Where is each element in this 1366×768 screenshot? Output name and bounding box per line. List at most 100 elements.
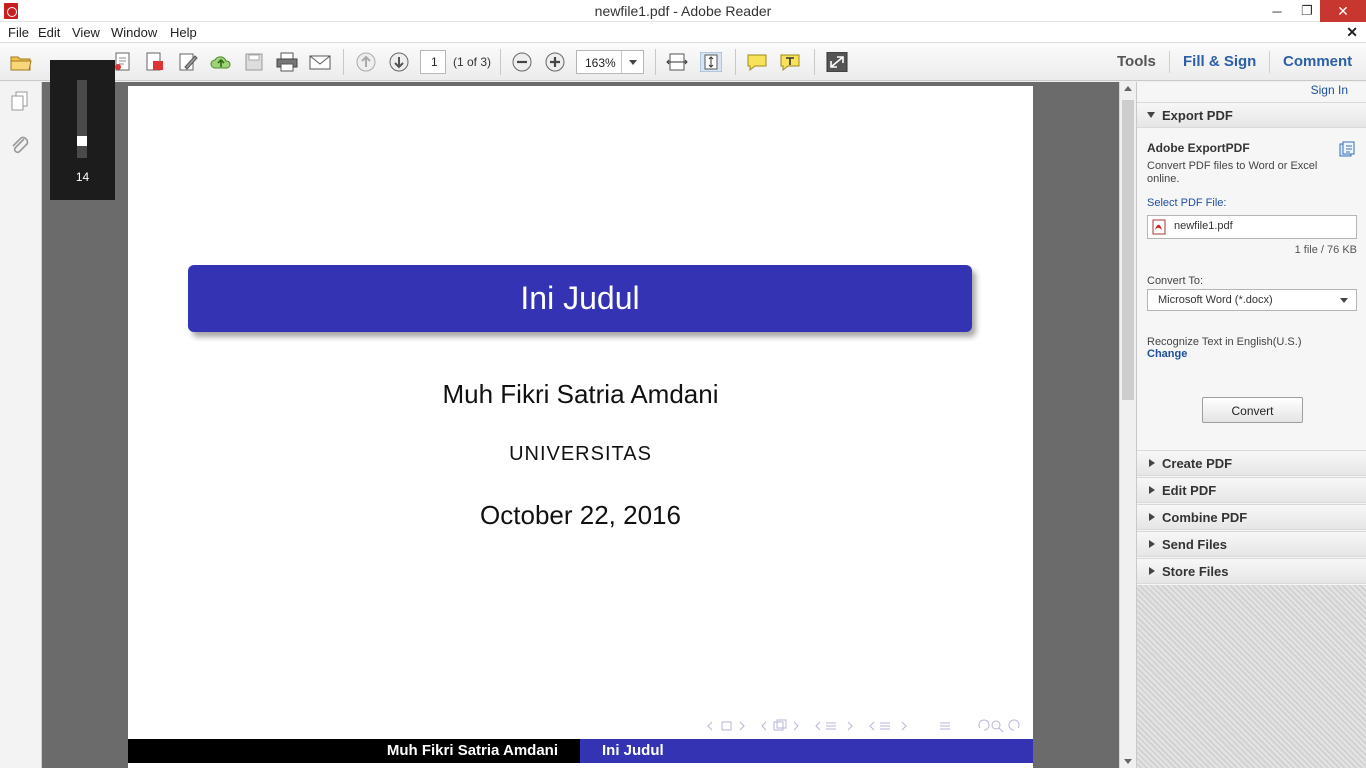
cloud-upload-icon[interactable] bbox=[210, 52, 232, 72]
next-page-icon[interactable] bbox=[388, 52, 410, 72]
file-size-info: 1 file / 76 KB bbox=[1294, 244, 1357, 256]
store-files-label: Store Files bbox=[1162, 564, 1229, 579]
slide-institute: UNIVERSITAS bbox=[509, 443, 652, 465]
fit-page-icon[interactable] bbox=[700, 52, 722, 72]
store-files-header[interactable]: Store Files bbox=[1137, 558, 1366, 584]
task-pane: Sign In Export PDF Adobe ExportPDF Conve… bbox=[1136, 82, 1366, 768]
highlight-text-icon[interactable] bbox=[779, 52, 801, 72]
zoom-slider-thumb[interactable] bbox=[77, 136, 87, 146]
expand-icon bbox=[1149, 513, 1155, 521]
zoom-select[interactable]: 163% bbox=[576, 50, 644, 74]
scroll-down-icon[interactable] bbox=[1124, 759, 1132, 764]
create-pdf-label: Create PDF bbox=[1162, 456, 1233, 471]
slide-date: October 22, 2016 bbox=[480, 500, 681, 530]
toolbar-separator bbox=[1169, 51, 1170, 73]
pdf-page: Ini Judul Muh Fikri Satria Amdani UNIVER… bbox=[128, 86, 1033, 768]
sign-in-link[interactable]: Sign In bbox=[1311, 83, 1348, 97]
document-view[interactable]: Ini Judul Muh Fikri Satria Amdani UNIVER… bbox=[42, 82, 1119, 768]
change-language-link[interactable]: Change bbox=[1147, 348, 1187, 360]
save-icon[interactable] bbox=[243, 52, 265, 72]
expand-icon bbox=[1149, 540, 1155, 548]
page-number-input[interactable]: 1 bbox=[420, 50, 446, 74]
selected-file-field[interactable]: newfile1.pdf bbox=[1147, 215, 1357, 239]
zoom-slider-popup[interactable]: 14 bbox=[50, 60, 115, 200]
toolbar-separator bbox=[500, 49, 501, 75]
email-icon[interactable] bbox=[309, 52, 331, 72]
convert-to-value: Microsoft Word (*.docx) bbox=[1158, 294, 1273, 306]
chevron-down-icon bbox=[1340, 298, 1348, 303]
footer-author: Muh Fikri Satria Amdani bbox=[128, 739, 580, 763]
zoom-out-icon[interactable] bbox=[511, 52, 533, 72]
create-pdf-header[interactable]: Create PDF bbox=[1137, 450, 1366, 476]
footer-title: Ini Judul bbox=[580, 739, 1033, 763]
export-info-icon[interactable] bbox=[1339, 141, 1355, 157]
zoom-slider-value: 14 bbox=[75, 170, 90, 184]
menu-view[interactable]: View bbox=[72, 25, 100, 40]
zoom-value: 163% bbox=[585, 56, 616, 70]
export-pdf-panel: Adobe ExportPDF Convert PDF files to Wor… bbox=[1137, 129, 1366, 444]
toolbar: 1 (1 of 3) 163% Tools Fill & Sign Commen… bbox=[0, 43, 1366, 81]
title-bar: newfile1.pdf - Adobe Reader ─ ❐ ✕ bbox=[0, 0, 1366, 22]
toolbar-separator bbox=[1269, 51, 1270, 73]
export-description: Convert PDF files to Word or Excel onlin… bbox=[1147, 160, 1318, 185]
toolbar-separator bbox=[655, 49, 656, 75]
attachments-icon[interactable] bbox=[9, 134, 31, 156]
expand-icon bbox=[1149, 459, 1155, 467]
comment-tab[interactable]: Comment bbox=[1283, 53, 1352, 70]
selected-file-name: newfile1.pdf bbox=[1174, 220, 1233, 232]
send-files-header[interactable]: Send Files bbox=[1137, 531, 1366, 557]
beamer-navigation-symbols[interactable] bbox=[706, 718, 1026, 734]
toolbar-separator bbox=[814, 49, 815, 75]
zoom-slider-track[interactable] bbox=[77, 80, 87, 158]
zoom-in-icon[interactable] bbox=[544, 52, 566, 72]
vertical-scrollbar[interactable] bbox=[1119, 82, 1136, 768]
navigation-pane bbox=[0, 82, 42, 768]
slide-footer: Muh Fikri Satria Amdani Ini Judul bbox=[128, 739, 1033, 763]
menu-file[interactable]: File bbox=[8, 25, 29, 40]
convert-button[interactable]: Convert bbox=[1202, 397, 1303, 423]
tools-tab[interactable]: Tools bbox=[1117, 53, 1156, 70]
select-file-label: Select PDF File: bbox=[1147, 197, 1227, 209]
toolbar-separator bbox=[735, 49, 736, 75]
zoom-dropdown-icon[interactable] bbox=[621, 51, 643, 73]
scroll-up-icon[interactable] bbox=[1124, 86, 1132, 91]
collapse-icon bbox=[1147, 112, 1155, 118]
convert-to-select[interactable]: Microsoft Word (*.docx) bbox=[1147, 289, 1357, 311]
pdf-file-icon bbox=[1152, 219, 1166, 235]
toolbar-separator bbox=[343, 49, 344, 75]
menu-edit[interactable]: Edit bbox=[38, 25, 60, 40]
export-pdf-icon[interactable] bbox=[144, 52, 166, 72]
send-files-label: Send Files bbox=[1162, 537, 1228, 552]
expand-icon bbox=[1149, 567, 1155, 575]
close-document-button[interactable]: ✕ bbox=[1346, 24, 1358, 41]
export-pdf-header[interactable]: Export PDF bbox=[1137, 102, 1366, 128]
edit-pdf-label: Edit PDF bbox=[1162, 483, 1217, 498]
combine-pdf-header[interactable]: Combine PDF bbox=[1137, 504, 1366, 530]
close-button[interactable]: ✕ bbox=[1320, 0, 1366, 22]
edit-pdf-header[interactable]: Edit PDF bbox=[1137, 477, 1366, 503]
export-pdf-label: Export PDF bbox=[1162, 108, 1233, 123]
previous-page-icon[interactable] bbox=[355, 52, 377, 72]
slide-title: Ini Judul bbox=[188, 265, 972, 332]
menu-help[interactable]: Help bbox=[170, 25, 197, 40]
minimize-button[interactable]: ─ bbox=[1262, 0, 1292, 22]
task-pane-background bbox=[1137, 585, 1366, 768]
page-count: (1 of 3) bbox=[453, 55, 492, 69]
recognize-text-setting: Recognize Text in English(U.S.) bbox=[1147, 336, 1302, 348]
export-service-title: Adobe ExportPDF bbox=[1147, 141, 1250, 155]
print-icon[interactable] bbox=[276, 52, 298, 72]
fill-and-sign-tab[interactable]: Fill & Sign bbox=[1183, 53, 1256, 70]
menu-window[interactable]: Window bbox=[111, 25, 157, 40]
convert-to-label: Convert To: bbox=[1147, 275, 1204, 287]
fit-width-icon[interactable] bbox=[666, 52, 688, 72]
full-screen-icon[interactable] bbox=[826, 52, 848, 72]
create-pdf-icon[interactable] bbox=[112, 52, 134, 72]
maximize-button[interactable]: ❐ bbox=[1292, 0, 1322, 22]
open-folder-icon[interactable] bbox=[10, 52, 32, 72]
edit-pdf-icon[interactable] bbox=[177, 52, 199, 72]
scrollbar-thumb[interactable] bbox=[1122, 100, 1134, 400]
combine-pdf-label: Combine PDF bbox=[1162, 510, 1248, 525]
page-thumbnails-icon[interactable] bbox=[9, 90, 31, 112]
slide-author: Muh Fikri Satria Amdani bbox=[442, 379, 719, 409]
sticky-note-icon[interactable] bbox=[746, 52, 768, 72]
